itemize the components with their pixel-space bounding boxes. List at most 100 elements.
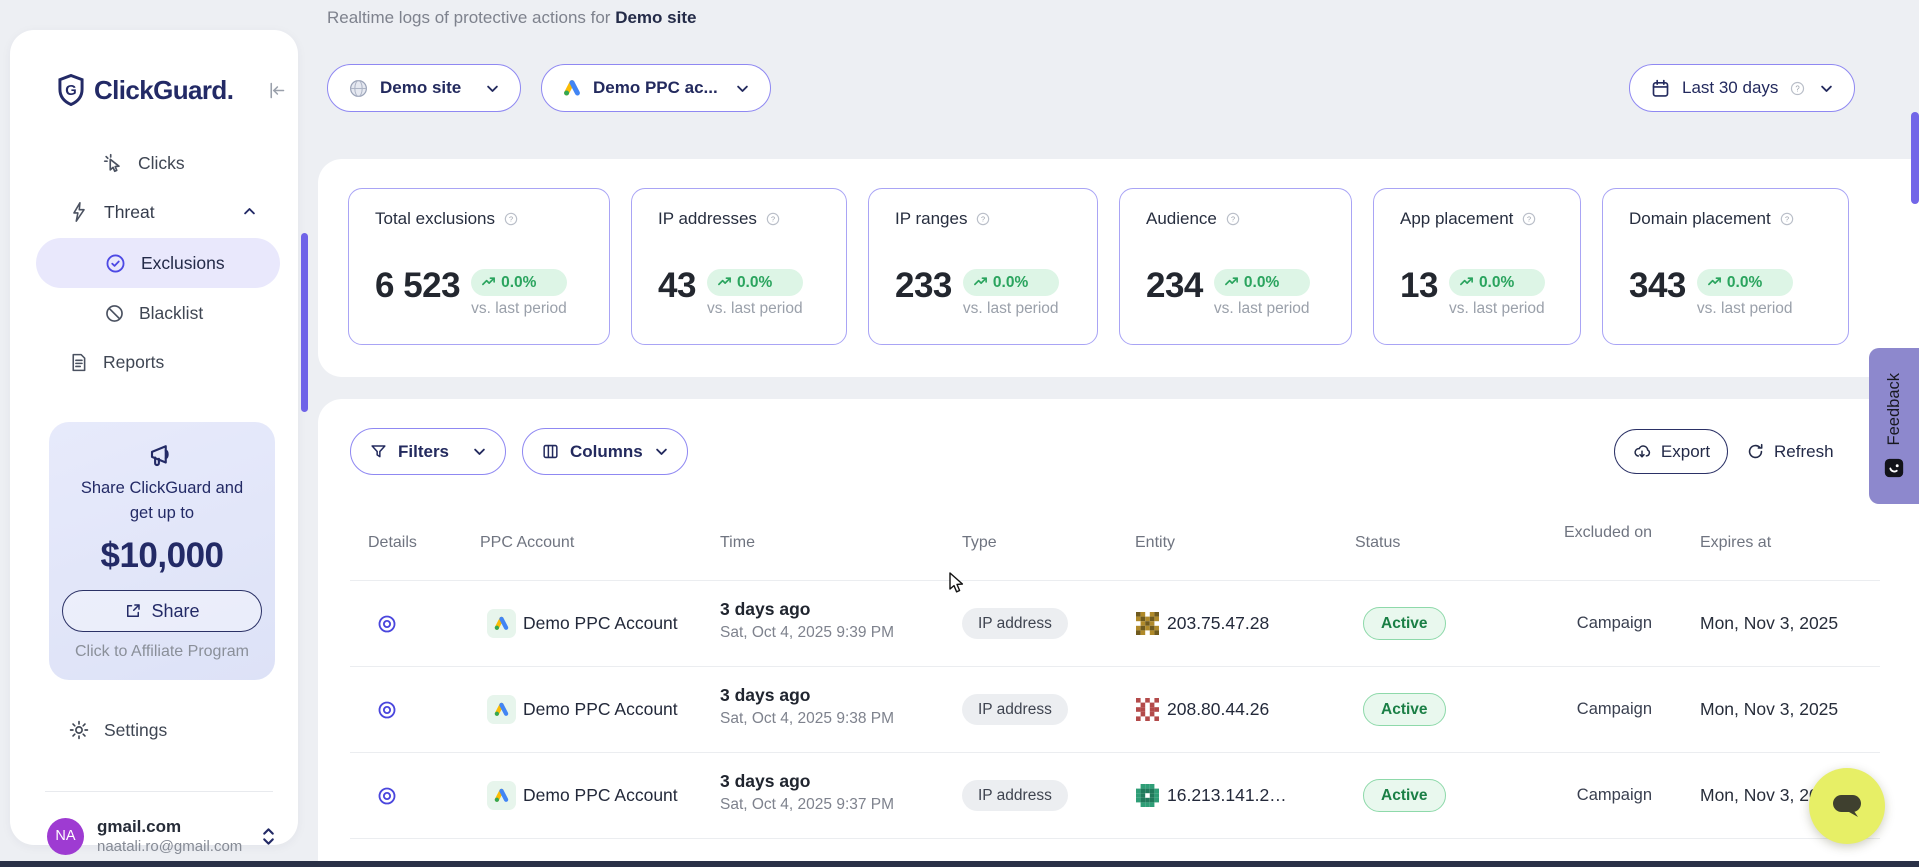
cell-time-absolute: Sat, Oct 4, 2025 9:38 PM bbox=[720, 710, 894, 728]
stat-card: Audience ? 234 0.0% vs. last period bbox=[1119, 188, 1352, 345]
filters-button[interactable]: Filters bbox=[350, 428, 506, 475]
trend-badge: 0.0% bbox=[707, 269, 803, 296]
sidebar-scrollbar-thumb[interactable] bbox=[301, 233, 308, 412]
google-ads-icon bbox=[562, 78, 582, 98]
help-icon[interactable]: ? bbox=[1521, 211, 1537, 227]
trend-value: 0.0% bbox=[1244, 274, 1279, 292]
help-icon[interactable]: ? bbox=[975, 211, 991, 227]
cell-ppc-account: Demo PPC Account bbox=[523, 785, 678, 806]
svg-text:?: ? bbox=[1796, 84, 1801, 93]
filters-button-label: Filters bbox=[398, 442, 449, 462]
divider bbox=[45, 791, 273, 792]
sidebar-item-clicks[interactable]: Clicks bbox=[102, 150, 185, 176]
sidebar-collapse-icon[interactable] bbox=[266, 80, 287, 101]
help-icon[interactable]: ? bbox=[503, 211, 519, 227]
status-badge: Active bbox=[1363, 607, 1446, 640]
date-range-selector[interactable]: Last 30 days ? bbox=[1629, 64, 1855, 112]
cell-entity: 208.80.44.26 bbox=[1167, 699, 1269, 720]
stat-card: App placement ? 13 0.0% vs. last period bbox=[1373, 188, 1581, 345]
details-eye-button[interactable] bbox=[376, 699, 398, 721]
entity-identicon bbox=[1136, 612, 1159, 635]
stat-card: IP addresses ? 43 0.0% vs. last period bbox=[631, 188, 847, 345]
google-ads-icon bbox=[487, 609, 516, 638]
cell-expires-at: Mon, Nov 3, 2025 bbox=[1700, 699, 1838, 720]
chevron-down-icon bbox=[1819, 81, 1834, 96]
stat-card: Domain placement ? 343 0.0% vs. last per… bbox=[1602, 188, 1849, 345]
page-scrollbar-thumb[interactable] bbox=[1911, 112, 1919, 204]
svg-text:?: ? bbox=[1231, 215, 1235, 224]
stat-value: 343 bbox=[1629, 261, 1686, 311]
cloud-download-icon bbox=[1632, 442, 1652, 462]
trend-caption: vs. last period bbox=[707, 300, 803, 318]
user-name: gmail.com bbox=[97, 816, 242, 837]
site-selector[interactable]: Demo site bbox=[327, 64, 521, 112]
share-button[interactable]: Share bbox=[62, 590, 262, 632]
sidebar-item-reports[interactable]: Reports bbox=[68, 349, 164, 375]
column-header-expires-at: Expires at bbox=[1700, 534, 1771, 552]
stat-card: Total exclusions ? 6 523 0.0% vs. last p… bbox=[348, 188, 610, 345]
refresh-button[interactable]: Refresh bbox=[1746, 429, 1834, 474]
columns-icon bbox=[541, 442, 560, 461]
column-header-excluded-on: Excluded on bbox=[1540, 522, 1652, 544]
ppc-account-selector-value: Demo PPC ac... bbox=[593, 78, 718, 98]
sidebar-item-blacklist[interactable]: Blacklist bbox=[104, 300, 203, 326]
cursor-click-icon bbox=[102, 152, 124, 174]
sidebar-item-label: Clicks bbox=[138, 153, 185, 174]
cell-excluded-on: Campaign bbox=[1532, 786, 1652, 805]
calendar-icon bbox=[1650, 78, 1671, 99]
help-icon[interactable]: ? bbox=[1779, 211, 1795, 227]
trend-badge: 0.0% bbox=[1697, 269, 1793, 296]
refresh-button-label: Refresh bbox=[1774, 442, 1834, 462]
divider bbox=[350, 838, 1880, 839]
columns-button[interactable]: Columns bbox=[522, 428, 688, 475]
table-row: Demo PPC Account 3 days ago Sat, Oct 4, … bbox=[350, 580, 1880, 666]
status-badge: Active bbox=[1363, 779, 1446, 812]
svg-text:?: ? bbox=[509, 215, 513, 224]
sidebar-item-threat[interactable]: Threat bbox=[68, 199, 155, 225]
column-header-ppc-account: PPC Account bbox=[480, 534, 574, 552]
page-subtitle: Realtime logs of protective actions for … bbox=[327, 8, 696, 28]
trend-badge: 0.0% bbox=[1214, 269, 1310, 296]
account-switcher[interactable]: NA gmail.com naatali.ro@gmail.com bbox=[47, 816, 277, 856]
type-badge: IP address bbox=[962, 780, 1068, 811]
user-email: naatali.ro@gmail.com bbox=[97, 837, 242, 856]
stat-card: IP ranges ? 233 0.0% vs. last period bbox=[868, 188, 1098, 345]
ppc-account-selector[interactable]: Demo PPC ac... bbox=[541, 64, 771, 112]
ban-icon bbox=[104, 303, 125, 324]
help-icon[interactable]: ? bbox=[1789, 80, 1806, 97]
affiliate-promo-card[interactable]: Share ClickGuard and get up to $10,000 S… bbox=[49, 422, 275, 680]
sidebar: G ClickGuard. Clicks Threat Exclusions B… bbox=[10, 30, 298, 845]
chevron-up-icon[interactable] bbox=[242, 204, 257, 219]
avatar: NA bbox=[47, 818, 84, 855]
help-icon[interactable]: ? bbox=[1225, 211, 1241, 227]
sidebar-item-exclusions-content[interactable]: Exclusions bbox=[104, 250, 225, 276]
sidebar-item-settings[interactable]: Settings bbox=[68, 717, 167, 743]
promo-amount: $10,000 bbox=[49, 536, 275, 576]
details-eye-button[interactable] bbox=[376, 785, 398, 807]
type-badge: IP address bbox=[962, 608, 1068, 639]
export-button[interactable]: Export bbox=[1614, 429, 1728, 474]
promo-footer-text: Click to Affiliate Program bbox=[49, 643, 275, 661]
feedback-tab[interactable]: Feedback bbox=[1869, 348, 1919, 504]
cell-time-relative: 3 days ago bbox=[720, 771, 810, 792]
trend-badge: 0.0% bbox=[1449, 269, 1545, 296]
trend-caption: vs. last period bbox=[1214, 300, 1310, 318]
entity-identicon bbox=[1136, 784, 1159, 807]
details-eye-button[interactable] bbox=[376, 613, 398, 635]
svg-text:?: ? bbox=[1527, 215, 1531, 224]
feedback-tab-label: Feedback bbox=[1885, 373, 1904, 445]
sidebar-item-label: Settings bbox=[104, 720, 167, 741]
chat-launcher-button[interactable] bbox=[1809, 768, 1885, 844]
share-button-label: Share bbox=[151, 601, 199, 622]
trend-value: 0.0% bbox=[1479, 274, 1514, 292]
google-ads-icon bbox=[487, 695, 516, 724]
chevron-down-icon bbox=[485, 81, 500, 96]
help-icon[interactable]: ? bbox=[765, 211, 781, 227]
clickguard-logo-icon: G bbox=[56, 74, 86, 106]
column-header-entity: Entity bbox=[1135, 534, 1175, 552]
column-header-type: Type bbox=[962, 534, 997, 552]
promo-text-line2: get up to bbox=[49, 501, 275, 526]
table-row: Demo PPC Account 3 days ago Sat, Oct 4, … bbox=[350, 666, 1880, 752]
trend-caption: vs. last period bbox=[963, 300, 1059, 318]
trend-value: 0.0% bbox=[1727, 274, 1762, 292]
